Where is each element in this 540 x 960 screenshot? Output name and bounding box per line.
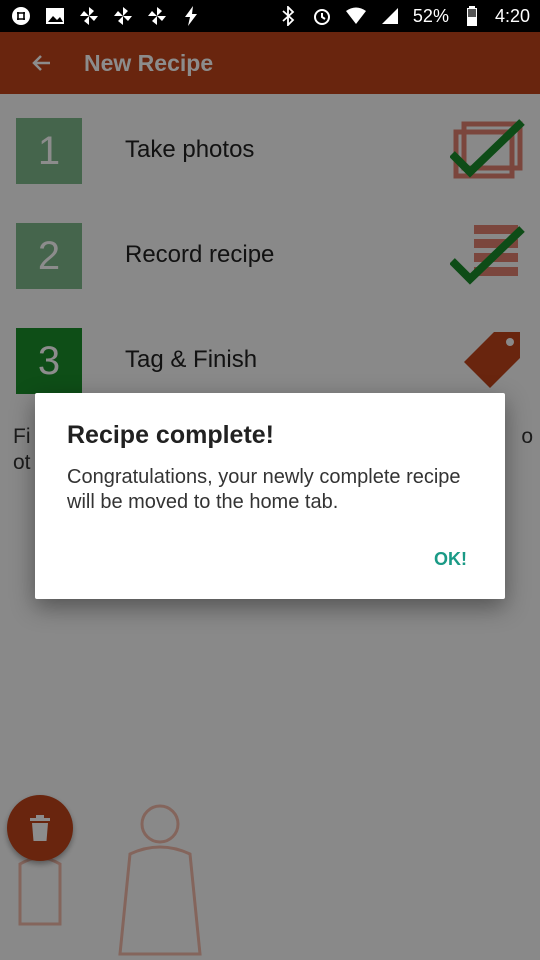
alarm-icon — [311, 5, 333, 27]
dialog-message: Congratulations, your newly complete rec… — [67, 466, 461, 513]
bolt-icon — [180, 5, 202, 27]
status-bar-system: 52% 4:20 — [277, 5, 530, 27]
recipe-complete-dialog: Recipe complete! Congratulations, your n… — [35, 393, 505, 599]
status-bar: 52% 4:20 — [0, 0, 540, 32]
pinwheel-icon — [78, 5, 100, 27]
slack-icon — [10, 5, 32, 27]
pinwheel-icon — [112, 5, 134, 27]
ok-button[interactable]: OK! — [434, 549, 467, 570]
image-icon — [44, 5, 66, 27]
bluetooth-icon — [277, 5, 299, 27]
status-bar-notifications — [10, 5, 202, 27]
dialog-title: Recipe complete! — [67, 421, 275, 449]
pinwheel-icon — [146, 5, 168, 27]
signal-icon — [379, 5, 401, 27]
battery-percent: 52% — [412, 5, 449, 26]
wifi-icon — [345, 5, 367, 27]
battery-icon — [461, 5, 483, 27]
clock: 4:20 — [494, 5, 530, 26]
